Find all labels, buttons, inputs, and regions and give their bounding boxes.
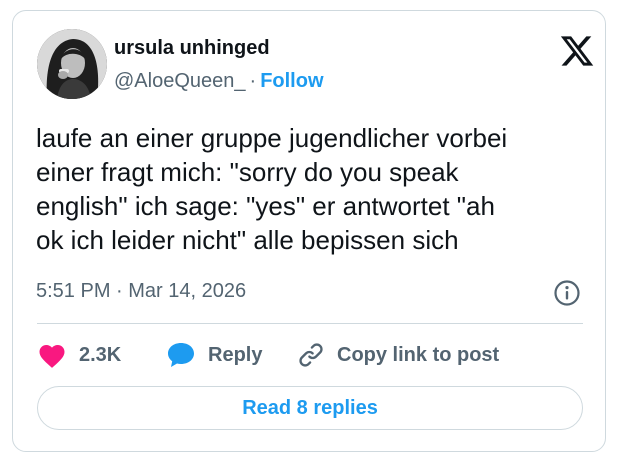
x-logo-icon[interactable] [559,33,595,69]
divider [37,323,583,324]
tweet-timestamp[interactable]: 5:51 PM · Mar 14, 2026 [36,280,246,303]
copy-link-button[interactable]: Copy link to post [297,337,499,373]
user-handle[interactable]: @AloeQueen_ [114,70,246,92]
reply-button[interactable]: Reply [166,337,262,373]
speech-bubble-icon [168,343,194,367]
avatar-photo [37,29,107,99]
handle-row: @AloeQueen_ · Follow [114,70,324,93]
info-icon[interactable] [553,279,581,307]
tweet-text: laufe an einer gruppe jugendlicher vorbe… [36,123,508,255]
avatar[interactable] [37,29,107,99]
tweet-card: ursula unhinged @AloeQueen_ · Follow laufe… [12,10,606,452]
copy-link-label: Copy link to post [337,343,500,366]
action-bar: 2.3K Reply Copy link to post [13,337,607,373]
like-button[interactable]: 2.3K [37,337,121,373]
display-name[interactable]: ursula unhinged [114,37,270,60]
read-replies-button[interactable]: Read 8 replies [37,386,583,430]
heart-icon [39,345,65,368]
handle-separator: · [249,70,257,92]
like-count: 2.3K [79,343,122,366]
link-icon [299,343,323,367]
follow-button[interactable]: Follow [260,70,323,92]
reply-label: Reply [208,343,263,366]
